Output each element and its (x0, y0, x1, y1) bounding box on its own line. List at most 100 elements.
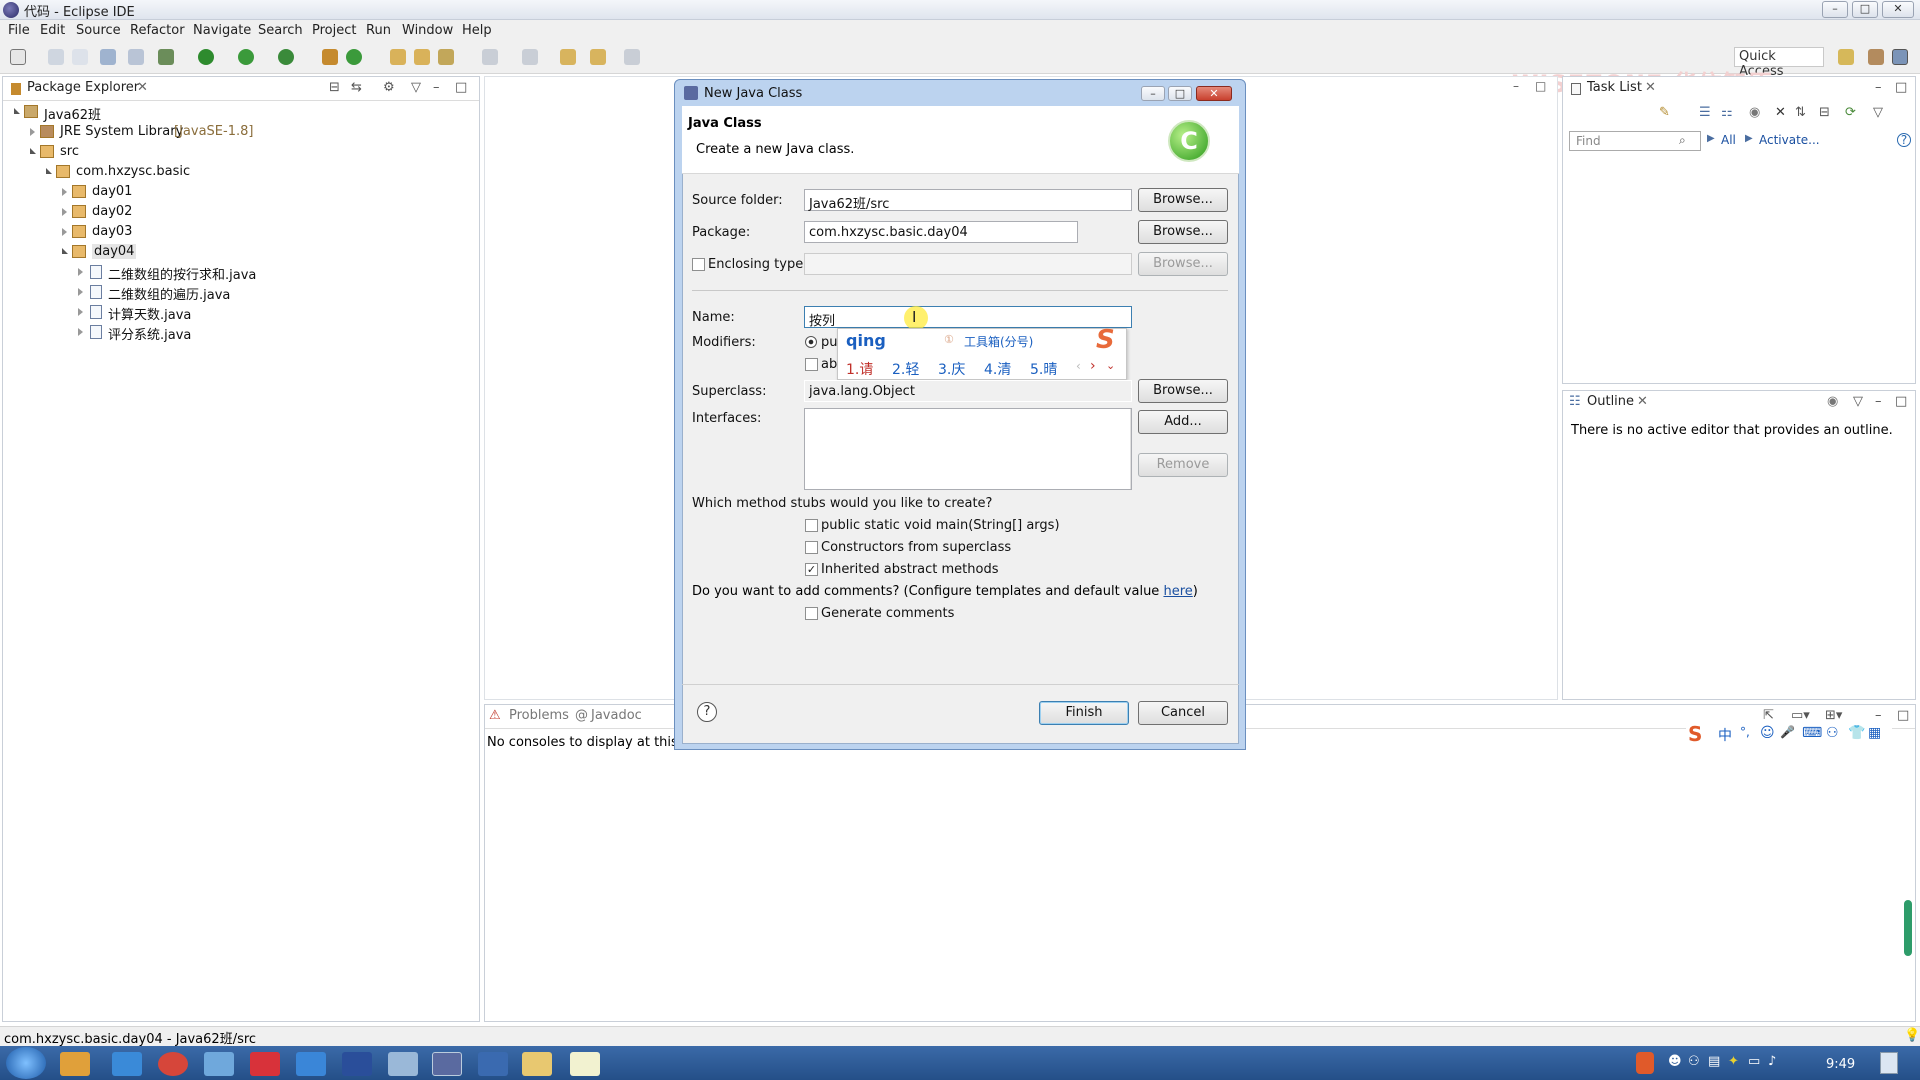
maximize-view-icon[interactable]: □ (455, 80, 467, 95)
open-type-icon[interactable] (390, 49, 406, 65)
package-input[interactable]: com.hxzysc.basic.day04 (804, 221, 1078, 243)
all-link[interactable]: All (1721, 133, 1736, 147)
enclosing-type-checkbox[interactable] (692, 258, 705, 271)
skip-breakpoints-icon[interactable] (128, 49, 144, 65)
tray-network-icon[interactable]: ▤ (1708, 1054, 1720, 1069)
minimize-button[interactable]: – (1822, 1, 1848, 18)
taskbar-explorer-icon[interactable] (60, 1052, 90, 1076)
ime-candidate-3[interactable]: 3.庆 (938, 359, 965, 379)
tree-jre[interactable]: JRE System Library (60, 124, 183, 139)
scheduled-icon[interactable]: ⚏ (1721, 105, 1733, 120)
ime-voice[interactable]: 🎤 (1780, 725, 1795, 739)
prev-annotation-icon[interactable] (522, 49, 538, 65)
taskbar-ie-icon[interactable] (112, 1052, 142, 1076)
terminal-icon[interactable] (100, 49, 116, 65)
tree-day01[interactable]: day01 (92, 184, 132, 199)
ime-candidate-4[interactable]: 4.清 (984, 359, 1011, 379)
filter-icon[interactable]: ⚙ (383, 80, 395, 95)
debug-icon[interactable] (158, 49, 174, 65)
collapse-arrow[interactable] (78, 308, 83, 316)
tray-security-icon[interactable]: ✦ (1728, 1054, 1739, 1069)
superclass-browse-button[interactable]: Browse... (1138, 379, 1228, 403)
maximize-view-icon[interactable]: □ (1897, 708, 1909, 723)
ime-next-page-icon[interactable]: › (1090, 358, 1096, 374)
search-tool-icon[interactable] (438, 49, 454, 65)
outline-tab[interactable]: Outline (1587, 394, 1634, 409)
close-tab-icon[interactable]: ✕ (1637, 394, 1648, 409)
maximize-editor-icon[interactable]: □ (1535, 79, 1546, 93)
maximize-button[interactable]: □ (1852, 1, 1878, 18)
collapse-arrow[interactable] (30, 128, 35, 136)
close-tab-icon[interactable]: ✕ (1645, 80, 1656, 95)
taskbar-qq-icon[interactable] (204, 1052, 234, 1076)
cancel-button[interactable]: Cancel (1138, 701, 1228, 725)
menu-source[interactable]: Source (76, 23, 121, 38)
dialog-maximize-button[interactable]: □ (1168, 86, 1192, 101)
link-editor-icon[interactable]: ⇆ (351, 80, 362, 95)
collapse-arrow[interactable] (78, 288, 83, 296)
minimize-editor-icon[interactable]: – (1513, 79, 1519, 93)
open-task-icon[interactable] (414, 49, 430, 65)
menu-project[interactable]: Project (312, 23, 356, 38)
tab-javadoc[interactable]: Javadoc (591, 708, 642, 723)
tree-package[interactable]: com.hxzysc.basic (76, 164, 190, 179)
menu-file[interactable]: File (8, 23, 30, 38)
close-tab-icon[interactable]: ✕ (137, 80, 148, 95)
display-console-icon[interactable]: ▭▾ (1791, 708, 1810, 723)
menu-navigate[interactable]: Navigate (193, 23, 251, 38)
taskbar-app-icon[interactable] (250, 1052, 280, 1076)
focus-icon[interactable]: ◉ (1749, 105, 1760, 120)
focus-icon[interactable]: ◉ (1827, 394, 1838, 409)
source-folder-browse-button[interactable]: Browse... (1138, 188, 1228, 212)
ime-emoji[interactable]: ☺ (1760, 725, 1775, 741)
enclosing-type-browse-button[interactable]: Browse... (1138, 252, 1228, 276)
ime-candidate-5[interactable]: 5.晴 (1030, 359, 1057, 379)
dialog-close-button[interactable]: ✕ (1196, 86, 1232, 101)
tree-day04[interactable]: day04 (92, 244, 137, 259)
new-package-icon[interactable] (322, 49, 338, 65)
tree-day02[interactable]: day02 (92, 204, 132, 219)
tree-day03[interactable]: day03 (92, 224, 132, 239)
taskbar-monitor-icon[interactable] (478, 1052, 508, 1076)
hide-completed-icon[interactable]: ✕ (1775, 105, 1786, 120)
java-ee-perspective-icon[interactable] (1868, 49, 1884, 65)
ime-chinese-mode[interactable]: 中 (1718, 725, 1732, 745)
start-button[interactable] (6, 1047, 46, 1079)
taskbar-eclipse-icon[interactable] (432, 1052, 462, 1076)
back-icon[interactable] (560, 49, 576, 65)
maximize-view-icon[interactable]: □ (1895, 394, 1907, 409)
tree-file[interactable]: 二维数组的遍历.java (108, 284, 230, 303)
menu-refactor[interactable]: Refactor (130, 23, 185, 38)
package-explorer-tab[interactable]: Package Explorer (27, 80, 139, 95)
java-perspective-icon[interactable] (1892, 49, 1908, 65)
activate-link[interactable]: Activate... (1759, 133, 1820, 147)
coverage-icon[interactable] (238, 49, 254, 65)
tree-project[interactable]: Java62班 (44, 104, 101, 123)
ime-hint[interactable]: 工具箱(分号) (964, 333, 1033, 350)
synchronize-icon[interactable]: ⟳ (1845, 105, 1856, 120)
tree-file[interactable]: 评分系统.java (108, 324, 191, 343)
collapse-arrow[interactable] (78, 268, 83, 276)
tray-qq-icon[interactable]: ☻ (1668, 1054, 1682, 1069)
configure-here-link[interactable]: here (1163, 584, 1192, 599)
new-task-icon[interactable]: ✎ (1659, 105, 1670, 120)
tree-file[interactable]: 二维数组的按行求和.java (108, 264, 256, 283)
view-menu-icon[interactable]: ▽ (1873, 105, 1883, 120)
open-perspective-icon[interactable] (1838, 49, 1854, 65)
categorized-icon[interactable]: ☰ (1699, 105, 1711, 120)
taskbar-notepad-icon[interactable] (570, 1052, 600, 1076)
new-console-icon[interactable]: ⊞▾ (1825, 708, 1842, 723)
collapse-arrow[interactable] (78, 328, 83, 336)
save-all-icon[interactable] (72, 49, 88, 65)
ime-candidate-2[interactable]: 2.轻 (892, 359, 919, 379)
clock[interactable]: 9:49 (1826, 1057, 1855, 1072)
ime-expand-icon[interactable]: ⌄ (1106, 359, 1115, 372)
tray-sogou-icon[interactable] (1636, 1052, 1654, 1074)
menu-help[interactable]: Help (462, 23, 492, 38)
public-radio[interactable] (805, 336, 817, 348)
tray-people-icon[interactable]: ⚇ (1688, 1054, 1700, 1069)
tray-monitor-icon[interactable]: ▭ (1748, 1054, 1760, 1069)
minimize-view-icon[interactable]: – (433, 80, 440, 95)
generate-comments-checkbox[interactable] (805, 607, 818, 620)
tree-file[interactable]: 计算天数.java (108, 304, 191, 323)
